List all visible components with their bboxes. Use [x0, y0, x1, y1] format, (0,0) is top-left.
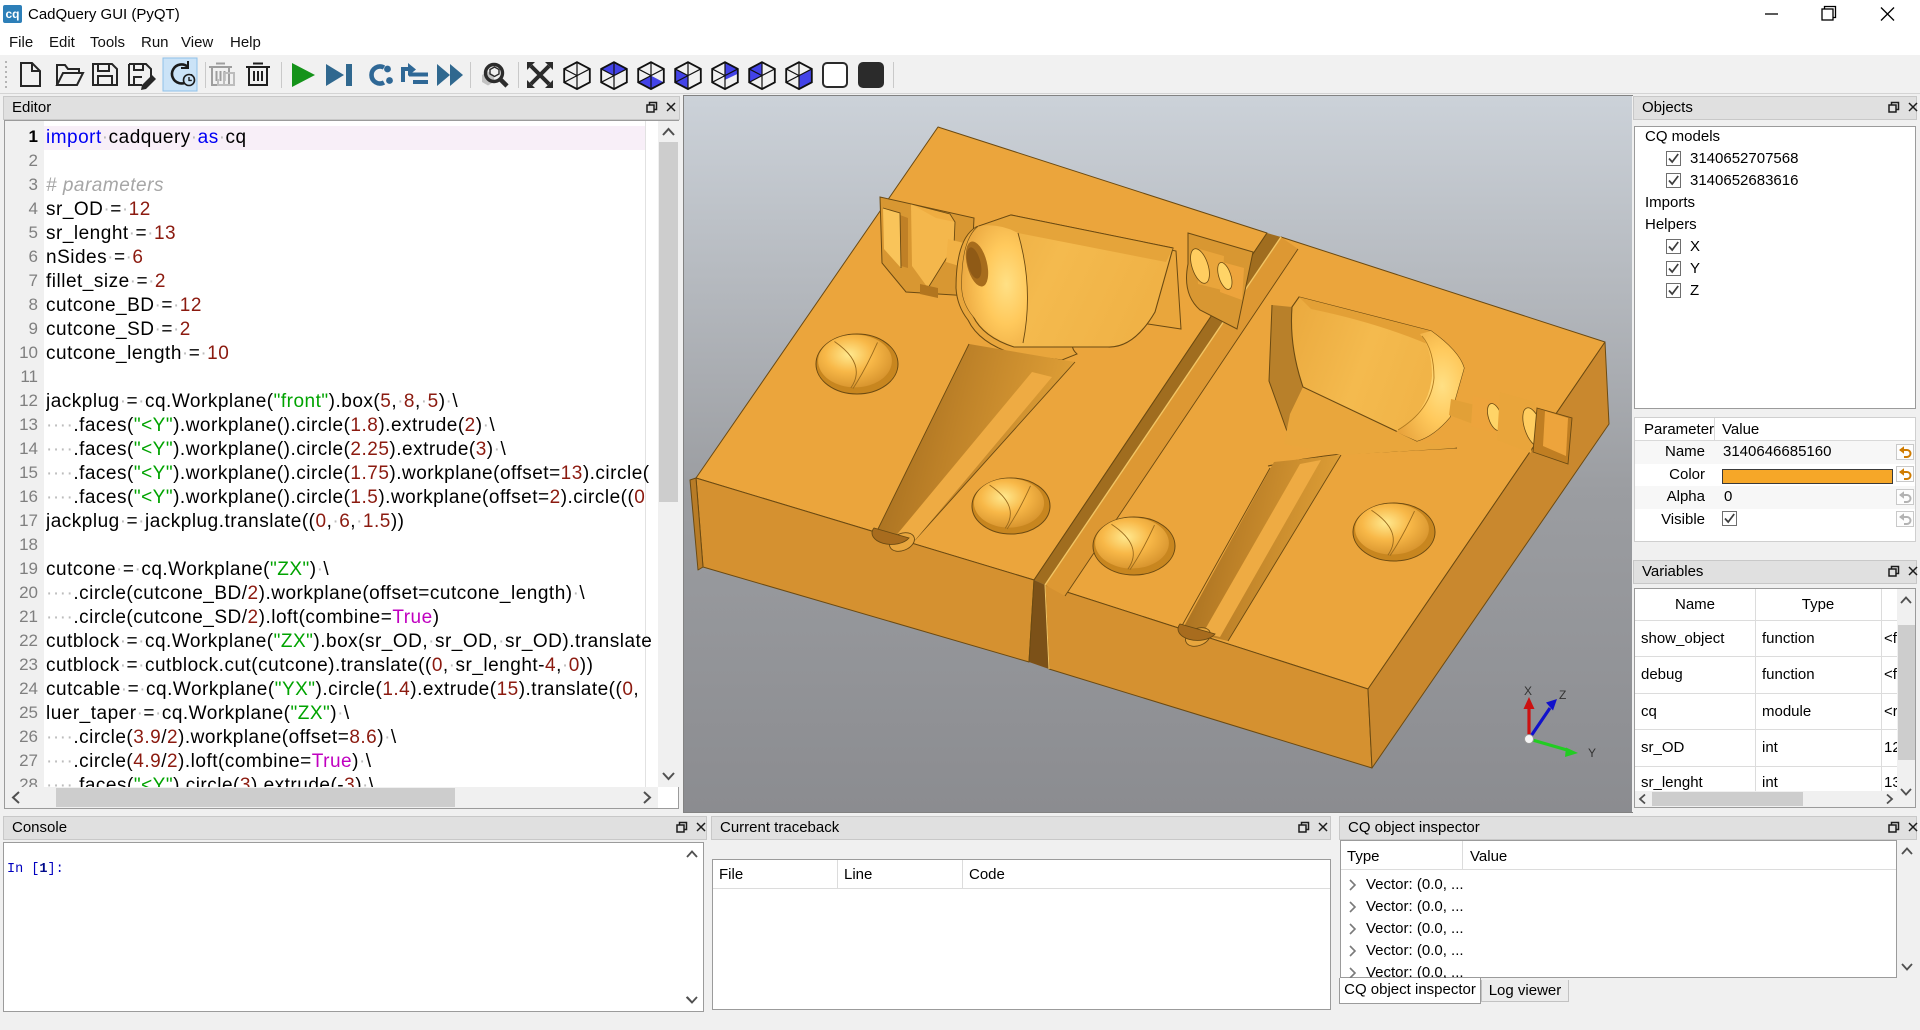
svg-text:Z: Z — [1559, 688, 1566, 702]
svg-text:Y: Y — [1588, 746, 1596, 760]
svg-text:X: X — [1524, 684, 1532, 698]
